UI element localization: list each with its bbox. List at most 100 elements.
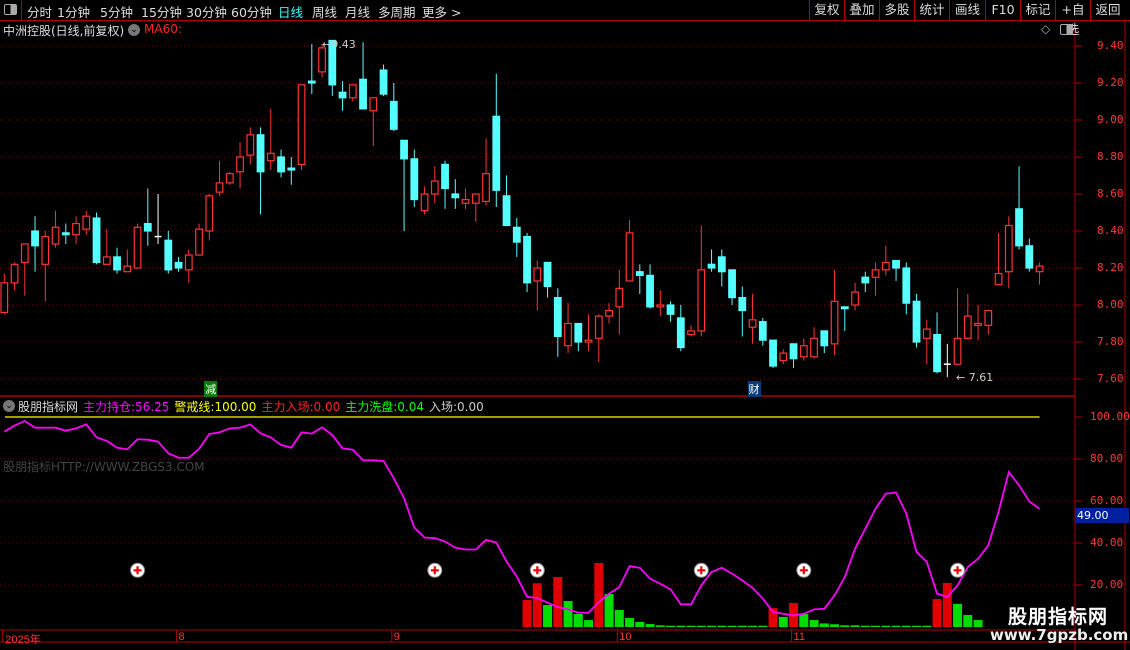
candle-body <box>307 80 316 84</box>
candle-body <box>687 330 695 336</box>
washout-bar <box>830 624 840 627</box>
indicator-item-value: 0.00 <box>457 400 484 414</box>
main-entry-bar <box>932 599 942 627</box>
date-label: 9 <box>393 631 400 643</box>
price-axis-label: 7.60 <box>1097 372 1124 385</box>
indicator-item: 主力洗盘:0.04 <box>345 400 424 414</box>
period-tab-0[interactable]: 分时 <box>27 2 52 21</box>
toolbar-button-4[interactable]: 画线 <box>949 0 985 21</box>
indicator-item: 主力持仓:56.25 <box>83 400 169 414</box>
toolbar-button-8[interactable]: 返回 <box>1090 0 1125 21</box>
candle-body <box>758 321 767 341</box>
candle-body <box>246 134 255 156</box>
candle-body <box>728 269 736 299</box>
toolbar-button-1[interactable]: 叠加 <box>844 0 879 21</box>
candle-body <box>646 274 654 308</box>
price-axis-label: 7.80 <box>1097 335 1124 348</box>
candle-body <box>861 276 870 284</box>
candle-body <box>492 115 501 191</box>
period-tab-10[interactable]: 更多 > <box>422 2 461 21</box>
washout-bar <box>891 625 901 627</box>
candle-body <box>348 84 357 99</box>
washout-bar <box>604 594 614 627</box>
candle-body <box>974 322 982 326</box>
period-tab-6[interactable]: 日线 <box>278 2 303 21</box>
period-tab-3[interactable]: 15分钟 <box>141 2 182 21</box>
toolbar-button-7[interactable]: +自选 <box>1055 0 1090 37</box>
indicator-dropdown-icon[interactable]: ⌄ <box>3 400 15 412</box>
candle-body <box>1035 265 1044 273</box>
toolbar-button-5[interactable]: F10 <box>985 0 1020 21</box>
toolbar-button-2[interactable]: 多股 <box>879 0 914 21</box>
period-tab-8[interactable]: 月线 <box>345 2 370 21</box>
candle-body <box>41 235 50 265</box>
candle-body <box>584 339 593 343</box>
diamond-icon[interactable]: ◇ <box>1041 22 1050 36</box>
candle-body <box>482 173 490 202</box>
indicator-item-label: 主力入场: <box>261 400 314 414</box>
high-price-marker: ←9.43 <box>322 38 356 51</box>
candle-body <box>820 330 829 347</box>
indicator-item: 主力入场:0.00 <box>261 400 340 414</box>
candle-body <box>810 337 818 358</box>
brand-name: 股朋指标网 <box>1008 606 1109 628</box>
event-tag[interactable]: 财 <box>747 381 761 397</box>
period-tab-7[interactable]: 周线 <box>312 2 337 21</box>
indicator-axis-label: 100.00 <box>1090 410 1130 423</box>
high-price-value: 9.43 <box>331 38 356 51</box>
period-tab-4[interactable]: 30分钟 <box>186 2 227 21</box>
indicator-item-value: 0.00 <box>313 400 341 414</box>
candle-body <box>31 230 39 247</box>
washout-bar <box>614 609 624 627</box>
candle-body <box>625 232 634 282</box>
layout-toggle-icon[interactable] <box>1060 24 1073 35</box>
period-tab-1[interactable]: 1分钟 <box>57 2 90 21</box>
washout-bar <box>584 620 594 627</box>
dropdown-chevron-icon[interactable]: ⌄ <box>128 24 140 36</box>
candle-body <box>605 309 613 317</box>
price-axis-label: 9.00 <box>1097 113 1124 126</box>
indicator-item-label: 主力持仓: <box>83 400 136 414</box>
washout-bar <box>973 620 983 627</box>
washout-bar <box>625 617 635 627</box>
toolbar-button-0[interactable]: 复权 <box>809 0 844 21</box>
candle-body <box>92 217 101 264</box>
toolbar-button-3[interactable]: 统计 <box>914 0 949 21</box>
period-tab-9[interactable]: 多周期 <box>378 2 416 21</box>
period-tab-5[interactable]: 60分钟 <box>231 2 272 21</box>
candle-body <box>902 267 911 304</box>
main-entry-bar <box>942 582 952 627</box>
candle-body <box>512 226 521 243</box>
toolbar-button-6[interactable]: 标记 <box>1020 0 1055 21</box>
date-label: 8 <box>178 631 185 643</box>
washout-bar <box>676 625 686 627</box>
candle-body <box>236 156 244 173</box>
candle-body <box>1004 224 1013 273</box>
candle-body <box>318 47 326 73</box>
current-value-box: 49.00 <box>1075 508 1129 523</box>
event-tag[interactable]: 减 <box>204 381 218 397</box>
candle-body <box>205 195 214 232</box>
washout-bar <box>727 625 737 627</box>
candle-body <box>0 282 9 313</box>
candle-body <box>338 91 347 99</box>
price-axis-label: 8.00 <box>1097 298 1124 311</box>
candle-body <box>420 193 429 212</box>
date-label: 2025年 <box>5 634 41 646</box>
panel-toggle-button[interactable] <box>0 0 22 21</box>
washout-bar <box>840 625 850 627</box>
candle-body <box>256 134 265 173</box>
candle-body <box>82 215 91 230</box>
washout-bar <box>922 625 932 627</box>
washout-bar <box>686 625 696 627</box>
indicator-axis-label: 80.00 <box>1090 452 1124 465</box>
period-tab-2[interactable]: 5分钟 <box>100 2 133 21</box>
candle-body <box>656 304 665 308</box>
indicator-item: 警戒线:100.00 <box>174 400 256 414</box>
candle-body <box>215 182 224 193</box>
candle-body <box>430 180 439 195</box>
candle-body <box>738 297 747 312</box>
washout-bar <box>871 625 881 627</box>
candle-body <box>410 158 419 201</box>
washout-bar <box>850 625 860 627</box>
